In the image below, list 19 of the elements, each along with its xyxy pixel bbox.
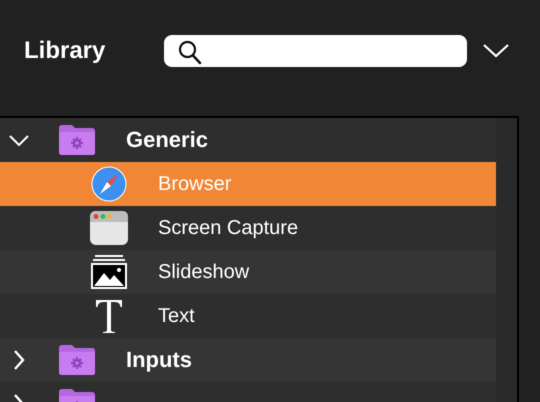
chevron-down-icon[interactable] bbox=[482, 43, 510, 59]
library-title: Library bbox=[24, 37, 106, 65]
folder-label: Inputs bbox=[126, 347, 192, 373]
folder-label: Generic bbox=[126, 127, 208, 153]
folder-gear-icon bbox=[58, 124, 96, 156]
text-t-icon bbox=[94, 298, 124, 334]
compass-icon bbox=[91, 166, 127, 202]
item-label: Browser bbox=[158, 172, 232, 196]
folder-gear-icon bbox=[58, 344, 96, 376]
search-field[interactable] bbox=[164, 35, 467, 67]
library-item[interactable]: Slideshow bbox=[0, 250, 496, 294]
picture-stack-icon bbox=[90, 254, 128, 290]
item-label: Text bbox=[158, 304, 195, 328]
folder-row[interactable]: Inputs bbox=[0, 338, 496, 382]
scrollbar-track[interactable] bbox=[496, 118, 517, 402]
item-label: Screen Capture bbox=[158, 216, 298, 240]
app-window-icon bbox=[89, 210, 129, 246]
item-label: Slideshow bbox=[158, 260, 250, 284]
search-icon bbox=[178, 40, 202, 66]
